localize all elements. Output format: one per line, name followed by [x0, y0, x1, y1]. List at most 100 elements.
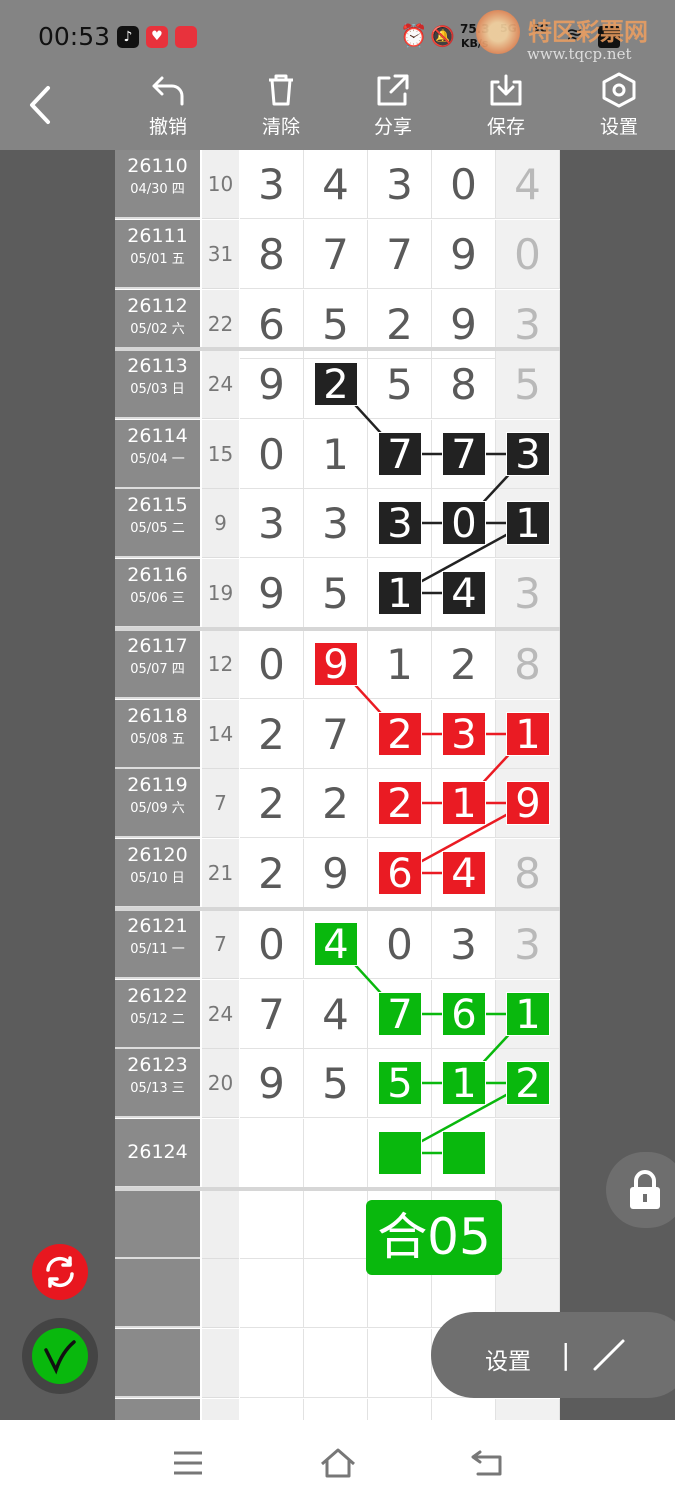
lock-button[interactable] [606, 1152, 675, 1228]
digit-cell[interactable]: 2 [240, 769, 304, 838]
digit-cell[interactable] [240, 1259, 304, 1328]
digit-cell[interactable]: 7 [240, 980, 304, 1049]
digit-cell[interactable]: 3 [496, 910, 560, 979]
digit-cell[interactable]: 4 [304, 980, 368, 1049]
issue-cell: 26111 05/01 五 [115, 220, 200, 289]
sum-cell: 31 [202, 220, 239, 289]
issue-cell: 26110 04/30 四 [115, 150, 200, 219]
digit-cell[interactable] [304, 1399, 368, 1420]
back-button[interactable] [20, 80, 70, 140]
digit-cell[interactable] [496, 1119, 560, 1188]
digit-cell[interactable]: 0 [240, 630, 304, 699]
digit-cell[interactable] [496, 1399, 560, 1420]
sum-cell: 14 [202, 700, 239, 769]
digit-cell[interactable]: 9 [240, 350, 304, 419]
result-badge[interactable]: 合05 [366, 1200, 502, 1275]
digit-cell[interactable]: 8 [432, 350, 496, 419]
digit-cell[interactable]: 9 [240, 1049, 304, 1118]
digit-cell[interactable] [496, 1190, 560, 1259]
digit-cell[interactable] [240, 1329, 304, 1398]
issue-number: 26112 [127, 295, 188, 317]
digit-cell[interactable]: 7 [368, 220, 432, 289]
digit-cell[interactable]: 0 [240, 910, 304, 979]
digit-cell[interactable]: 7 [304, 700, 368, 769]
share-icon [377, 74, 409, 106]
marked-digit: 7 [378, 432, 422, 477]
digit-cell[interactable]: 3 [432, 910, 496, 979]
digit-cell[interactable]: 7 [304, 220, 368, 289]
issue-cell: 26115 05/05 二 [115, 489, 200, 558]
status-bar: 00:53 ♪ ♥ ⏰ 🔕 75.3 KB/s 5G 5G ≋ 特区彩票网 ww… [0, 0, 675, 72]
digit-cell[interactable]: 9 [240, 559, 304, 628]
digit-cell[interactable]: 2 [240, 839, 304, 908]
digit-cell[interactable] [304, 1259, 368, 1328]
digit-cell[interactable]: 2 [432, 630, 496, 699]
digit-cell[interactable]: 1 [368, 630, 432, 699]
digit-cell[interactable] [368, 1329, 432, 1398]
digit-cell[interactable]: 0 [368, 910, 432, 979]
digit-cell[interactable]: 3 [496, 559, 560, 628]
digit-cell[interactable]: 3 [240, 150, 304, 219]
refresh-button[interactable] [32, 1244, 88, 1300]
digit-cell[interactable]: 1 [304, 420, 368, 489]
digit-cell[interactable] [304, 1119, 368, 1188]
return-icon[interactable] [468, 1446, 508, 1480]
issue-cell: 26121 05/11 一 [115, 910, 200, 979]
issue-cell: 26114 05/04 一 [115, 420, 200, 489]
digit-cell[interactable]: 0 [432, 150, 496, 219]
clock: 00:53 [38, 22, 111, 51]
digit-cell[interactable]: 9 [304, 839, 368, 908]
watermark-url: www.tqcp.net [527, 45, 632, 63]
tiktok-icon: ♪ [117, 26, 139, 48]
digit-cell[interactable] [304, 1190, 368, 1259]
digit-cell[interactable]: 5 [496, 350, 560, 419]
digit-cell[interactable]: 5 [304, 559, 368, 628]
digit-cell[interactable] [240, 1119, 304, 1188]
digit-cell[interactable]: 5 [304, 1049, 368, 1118]
share-button[interactable]: 分享 [353, 72, 433, 150]
digit-cell[interactable]: 4 [304, 150, 368, 219]
digit-cell[interactable] [240, 1399, 304, 1420]
digit-cell[interactable]: 8 [496, 630, 560, 699]
menu-icon[interactable] [170, 1448, 206, 1478]
trash-icon [269, 74, 293, 106]
digit-cell[interactable]: 5 [368, 350, 432, 419]
pill-settings-label[interactable]: 设置 [485, 1342, 531, 1376]
sum-cell: 7 [202, 769, 239, 838]
settings-pill[interactable]: 设置 | [431, 1312, 675, 1398]
marked-digit: 7 [442, 432, 486, 477]
home-icon[interactable] [318, 1446, 358, 1480]
sum-cell: 9 [202, 489, 239, 558]
clear-button[interactable]: 清除 [241, 72, 321, 150]
digit-cell[interactable]: 3 [304, 489, 368, 558]
digit-cell[interactable]: 0 [240, 420, 304, 489]
digit-cell[interactable] [304, 1329, 368, 1398]
table-row: 26116 05/06 三 19 9 5 3 [115, 559, 560, 628]
digit-cell[interactable]: 2 [304, 769, 368, 838]
digit-cell[interactable]: 9 [432, 220, 496, 289]
undo-button[interactable]: 撤销 [128, 72, 208, 150]
trend-chart-grid[interactable]: 26110 04/30 四 10 3 4 3 0 4 26111 05/01 五 31 8 7 7 9 0 26… [115, 150, 560, 1420]
save-button[interactable]: 保存 [466, 72, 546, 150]
save-icon [490, 74, 522, 106]
digit-cell[interactable]: 8 [496, 839, 560, 908]
issue-date: 05/05 二 [130, 521, 185, 536]
digit-cell[interactable]: 8 [240, 220, 304, 289]
group-separator [115, 907, 560, 911]
toolbar: 撤销 清除 分享 保存 设置 [0, 72, 675, 150]
digit-cell[interactable]: 4 [496, 150, 560, 219]
diagonal-line-icon[interactable] [589, 1335, 629, 1375]
digit-cell[interactable]: 0 [496, 220, 560, 289]
settings-button[interactable]: 设置 [579, 72, 659, 150]
settings-icon [602, 72, 636, 108]
digit-cell[interactable]: 3 [368, 150, 432, 219]
digit-cell[interactable] [368, 1399, 432, 1420]
digit-cell[interactable] [240, 1190, 304, 1259]
sum-cell: 12 [202, 630, 239, 699]
sum-cell: 15 [202, 420, 239, 489]
digit-cell[interactable] [432, 1399, 496, 1420]
digit-cell[interactable]: 2 [240, 700, 304, 769]
issue-number: 26117 [127, 635, 188, 657]
digit-cell[interactable]: 3 [240, 489, 304, 558]
pen-button[interactable] [22, 1318, 98, 1394]
